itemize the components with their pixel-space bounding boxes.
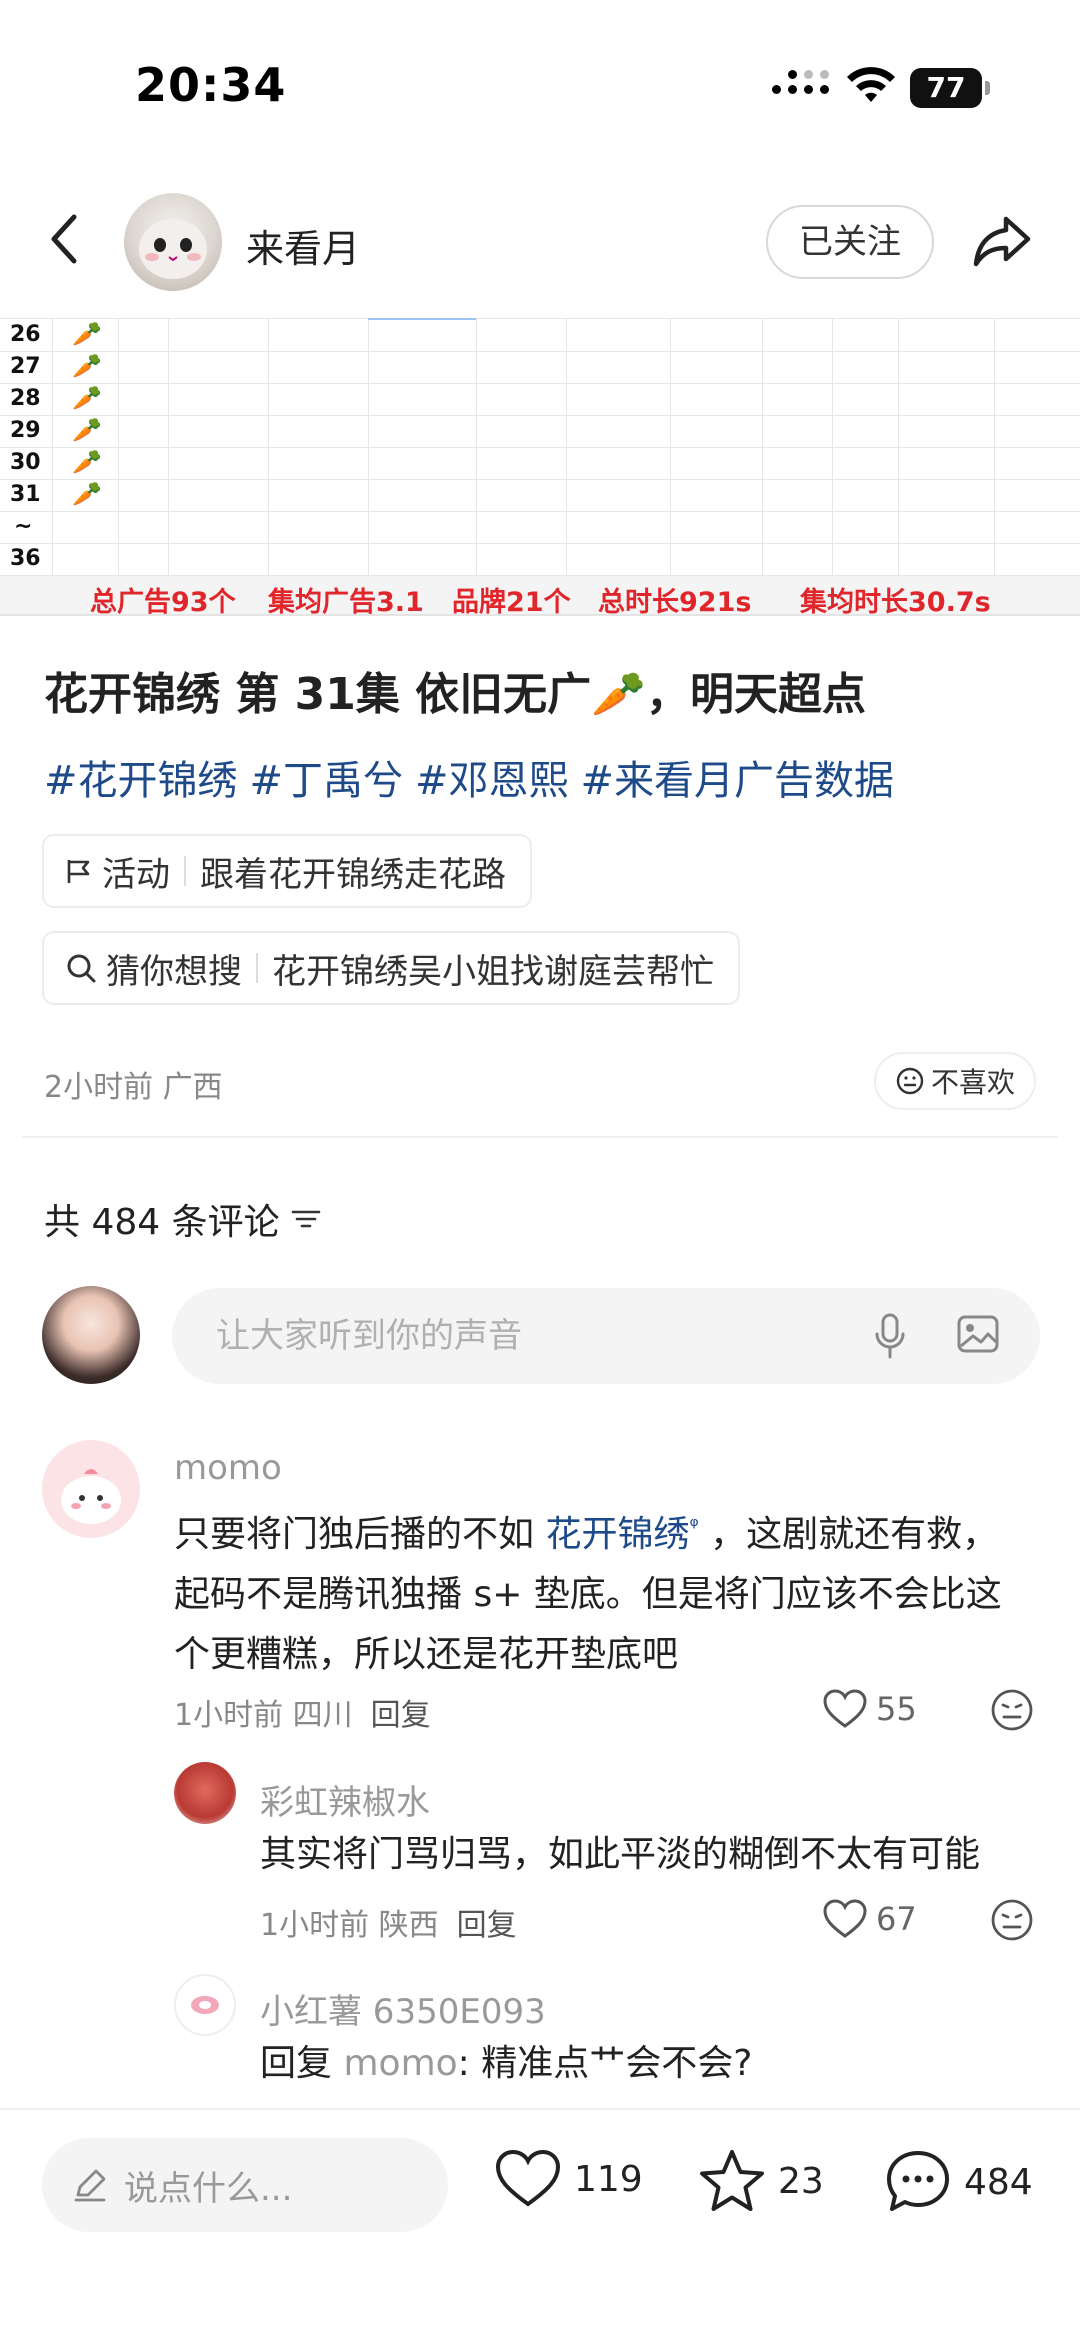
heart-icon xyxy=(495,2149,561,2207)
hashtag-link[interactable]: #花开锦绣 xyxy=(44,758,238,804)
like-button[interactable]: 119 xyxy=(494,2148,643,2210)
sort-icon[interactable] xyxy=(290,1205,322,1233)
say-something-placeholder: 说点什么... xyxy=(124,2168,293,2209)
commenter-name[interactable]: 小红薯 6350E093 xyxy=(260,1984,546,2033)
carrot-emoji: 🥕 xyxy=(72,448,102,476)
commenter-avatar[interactable] xyxy=(174,1974,236,2036)
author-avatar[interactable] xyxy=(124,193,222,291)
comment-count-label: 共 484 条评论 xyxy=(44,1202,280,1243)
dislike-face-icon[interactable] xyxy=(990,1688,1034,1732)
carrot-emoji: 🥕 xyxy=(72,320,102,348)
wifi-icon xyxy=(847,67,895,102)
activity-chip[interactable]: 活动 跟着花开锦绣走花路 xyxy=(42,834,532,908)
carrot-emoji: 🥕 xyxy=(72,480,102,508)
post-title: 花开锦绣 第 31集 依旧无广🥕，明天超点 xyxy=(44,669,866,720)
hashtag-link[interactable]: #来看月广告数据 xyxy=(581,758,895,804)
my-avatar xyxy=(42,1286,140,1384)
heart-icon xyxy=(823,1689,867,1728)
like-count: 67 xyxy=(876,1900,917,1938)
chip-divider xyxy=(184,856,186,886)
comment-meta: 1小时前 陕西 回复 xyxy=(260,1908,517,1943)
post-image-spreadsheet[interactable]: 26 27 28 29 30 31 ~ 36 🥕 🥕 🥕 🥕 🥕 🥕 总广告93… xyxy=(0,318,1080,616)
summary-brands: 品牌21个 xyxy=(452,587,571,616)
reply-button[interactable]: 回复 xyxy=(371,1698,431,1733)
comment-total: 484 xyxy=(964,2161,1033,2203)
commenter-name[interactable]: momo xyxy=(174,1448,282,1488)
follow-button[interactable]: 已关注 xyxy=(766,205,934,279)
carrot-emoji: 🥕 xyxy=(72,416,102,444)
star-icon xyxy=(700,2150,764,2211)
activity-text: 跟着花开锦绣走花路 xyxy=(200,854,506,895)
collect-button[interactable]: 23 xyxy=(698,2148,824,2214)
comment-like-button[interactable]: 55 xyxy=(822,1688,917,1730)
heart-icon xyxy=(823,1899,867,1938)
share-icon[interactable] xyxy=(970,209,1034,273)
back-icon[interactable] xyxy=(40,209,90,269)
battery-icon: 77 xyxy=(910,68,990,108)
summary-total-ads: 总广告93个 xyxy=(90,587,236,616)
dislike-face-icon[interactable] xyxy=(990,1898,1034,1942)
comment-count[interactable]: 共 484 条评论 xyxy=(44,1193,322,1245)
activity-label: 活动 xyxy=(102,854,170,895)
sheet-summary-row: 总广告93个 集均广告3.1 品牌21个 总时长921s 集均时长30.7s xyxy=(0,576,1080,616)
reply-to-user[interactable]: momo xyxy=(343,2043,457,2084)
search-link[interactable]: 花开锦绣 xyxy=(545,1514,689,1555)
chip-divider xyxy=(256,953,258,983)
comment-meta: 1小时前 四川 回复 xyxy=(174,1698,431,1733)
comment-button[interactable]: 484 xyxy=(884,2148,1033,2216)
row-number: 27 xyxy=(10,354,41,379)
dislike-label: 不喜欢 xyxy=(930,1066,1015,1099)
status-bar: 20:34 77 xyxy=(0,0,1080,150)
row-number: 30 xyxy=(10,450,41,475)
collect-total: 23 xyxy=(778,2160,824,2202)
section-divider xyxy=(22,1136,1058,1138)
comment-input-placeholder: 让大家听到你的声音 xyxy=(216,1316,522,1356)
neutral-face-icon xyxy=(896,1067,924,1095)
say-something-input[interactable]: 说点什么... xyxy=(42,2138,448,2232)
cellular-signal-icon xyxy=(772,70,829,94)
summary-avg-duration: 集均时长30.7s xyxy=(800,587,991,616)
reply-button[interactable]: 回复 xyxy=(457,1908,517,1943)
hashtag-link[interactable]: #邓恩熙 xyxy=(415,758,569,804)
commenter-avatar[interactable] xyxy=(42,1440,140,1538)
commenter-avatar[interactable] xyxy=(174,1762,236,1824)
summary-avg-ads: 集均广告3.1 xyxy=(268,587,424,616)
comment-text: 其实将门骂归骂，如此平淡的糊倒不太有可能 xyxy=(260,1834,981,1875)
row-number: 36 xyxy=(10,546,41,571)
author-name[interactable]: 来看月 xyxy=(246,218,360,273)
search-icon xyxy=(64,951,98,985)
note-header: 来看月 已关注 xyxy=(0,185,1080,295)
status-time: 20:34 xyxy=(135,58,287,112)
commenter-name[interactable]: 彩虹辣椒水 xyxy=(260,1775,430,1824)
comment-text: 回复 momo: 精准点艹会不会? xyxy=(260,2043,753,2084)
microphone-icon[interactable] xyxy=(872,1312,908,1360)
comment-input[interactable]: 让大家听到你的声音 xyxy=(172,1288,1040,1384)
carrot-emoji: 🥕 xyxy=(72,384,102,412)
post-meta: 2小时前 广西 xyxy=(44,1070,223,1105)
bottom-action-bar: 说点什么... 119 23 484 xyxy=(0,2108,1080,2348)
guess-search-chip[interactable]: 猜你想搜 花开锦绣吴小姐找谢庭芸帮忙 xyxy=(42,931,740,1005)
search-small-icon: ᵠ xyxy=(689,1514,699,1539)
row-number: ~ xyxy=(14,514,33,539)
like-count: 55 xyxy=(876,1690,917,1728)
comment-like-button[interactable]: 67 xyxy=(822,1898,917,1940)
carrot-emoji: 🥕 xyxy=(72,352,102,380)
hashtag-list: #花开锦绣 #丁禹兮 #邓恩熙 #来看月广告数据 xyxy=(44,748,906,806)
hashtag-link[interactable]: #丁禹兮 xyxy=(250,758,404,804)
comment-bubble-icon xyxy=(887,2151,949,2211)
guess-label: 猜你想搜 xyxy=(106,951,242,992)
guess-text: 花开锦绣吴小姐找谢庭芸帮忙 xyxy=(272,951,714,992)
like-total: 119 xyxy=(574,2158,643,2200)
pencil-icon xyxy=(74,2169,106,2202)
comment-text: 只要将门独后播的不如 花开锦绣ᵠ ，这剧就还有救，起码不是腾讯独播 s+ 垫底。… xyxy=(174,1514,1002,1675)
row-number: 29 xyxy=(10,418,41,443)
dislike-button[interactable]: 不喜欢 xyxy=(874,1052,1036,1110)
row-number: 28 xyxy=(10,386,41,411)
flag-icon xyxy=(64,856,94,886)
image-icon[interactable] xyxy=(956,1312,1000,1356)
row-number: 31 xyxy=(10,482,41,507)
summary-total-duration: 总时长921s xyxy=(598,587,752,616)
row-number: 26 xyxy=(10,322,41,347)
